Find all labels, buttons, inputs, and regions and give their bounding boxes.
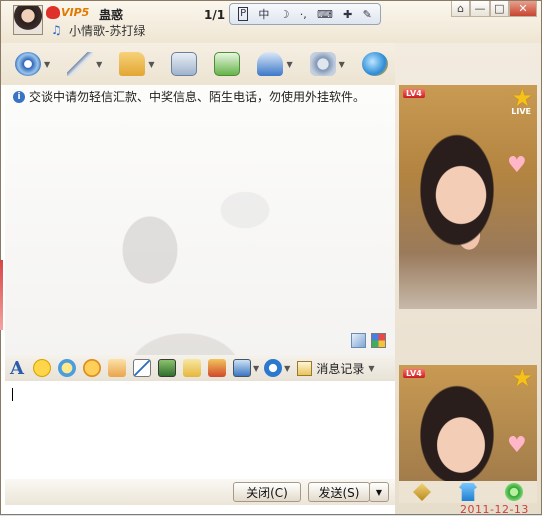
heart-icon: ♥ (507, 153, 527, 178)
contact-sidebar: LV4 ★ LIVE ♥ LV4 ★ ♥ (395, 43, 541, 514)
send-image-icon[interactable] (158, 359, 176, 377)
contact-nickname[interactable]: 蛊惑 (99, 6, 123, 23)
music-note-icon: ♫ (51, 23, 62, 37)
chevron-down-icon[interactable]: ▼ (368, 364, 374, 373)
chevron-down-icon[interactable]: ▼ (148, 60, 154, 69)
screen-capture-icon[interactable] (233, 359, 251, 377)
my-show-photo[interactable]: LV4 ★ ♥ (399, 365, 537, 481)
create-group-button[interactable] (214, 52, 241, 76)
chat-window: VIP5 蛊惑 ♫ 小情歌-苏打绿 1/1 P 中 ☽ ·, ⌨ ✚ ✎ ⌂ —… (0, 0, 542, 515)
globe-icon (361, 52, 388, 76)
live-label: LIVE (511, 107, 531, 116)
chevron-down-icon[interactable]: ▼ (286, 60, 292, 69)
font-icon[interactable]: A (8, 358, 26, 379)
message-log-icon (297, 360, 313, 376)
contact-avatar[interactable] (13, 5, 43, 35)
message-input[interactable] (5, 381, 395, 479)
message-log-label: 消息记录 (316, 361, 365, 376)
remote-assist-button[interactable]: ▼ (257, 52, 293, 76)
chat-background-image (65, 180, 305, 355)
folder-icon (119, 52, 146, 76)
ime-punctuation-icon[interactable]: ·, (300, 8, 307, 21)
ime-keyboard-icon[interactable]: ⌨ (317, 8, 333, 21)
gem-icon[interactable] (413, 483, 431, 501)
emoji-icon[interactable] (83, 359, 101, 377)
voice-chat-button[interactable]: ▼ (67, 52, 102, 76)
chevron-down-icon[interactable]: ▼ (284, 364, 290, 373)
title-bar[interactable]: VIP5 蛊惑 ♫ 小情歌-苏打绿 1/1 P 中 ☽ ·, ⌨ ✚ ✎ ⌂ —… (1, 1, 541, 43)
close-window-button[interactable]: ✕ (508, 1, 537, 17)
show-actions (399, 481, 537, 503)
send-email-button[interactable] (171, 52, 198, 76)
refresh-icon[interactable] (505, 483, 523, 501)
ime-chinese-mode[interactable]: 中 (258, 6, 269, 22)
contact-show-photo[interactable]: LV4 ★ LIVE ♥ (399, 85, 537, 309)
message-history[interactable]: i 交谈中请勿轻信汇款、中奖信息、陌生电话，勿使用外挂软件。 (5, 85, 395, 355)
level-badge: LV4 (403, 369, 425, 378)
qq-penguin-icon (46, 6, 60, 19)
vip-badge[interactable]: VIP5 (61, 6, 89, 19)
security-notice-text: 交谈中请勿轻信汇款、中奖信息、陌生电话，勿使用外挂软件。 (29, 90, 366, 104)
chevron-down-icon[interactable]: ▼ (339, 60, 345, 69)
nudge-window-icon[interactable] (108, 359, 126, 377)
contact-signature-song[interactable]: 小情歌-苏打绿 (69, 22, 145, 39)
ime-settings-icon[interactable]: ✎ (363, 8, 372, 21)
webcam-icon (15, 52, 41, 76)
chevron-down-icon[interactable]: ▼ (253, 364, 259, 373)
app-settings-button[interactable]: ▼ (309, 52, 345, 76)
handwriting-icon[interactable] (133, 359, 151, 377)
music-icon[interactable] (183, 359, 201, 377)
shirt-icon[interactable] (459, 483, 477, 501)
add-group-icon (214, 52, 241, 76)
expand-icon[interactable] (351, 333, 366, 348)
gear-icon (309, 52, 336, 76)
desktop-date: 2011-12-13 (460, 503, 529, 516)
mail-icon (171, 52, 198, 76)
security-notice: i 交谈中请勿轻信汇款、中奖信息、陌生电话，勿使用外挂软件。 (13, 88, 365, 105)
star-icon: ★ (511, 365, 533, 392)
action-bar: 关闭(C) 发送(S) ▼ (5, 479, 395, 505)
message-log-button[interactable]: 消息记录 ▼ (297, 360, 379, 377)
chevron-down-icon[interactable]: ▼ (96, 60, 102, 69)
ime-logo-icon[interactable]: P (238, 7, 249, 21)
skin-button[interactable]: ⌂ (451, 1, 471, 17)
qq-show-icon[interactable] (264, 359, 283, 377)
close-button[interactable]: 关闭(C) (233, 482, 301, 502)
minimize-button[interactable]: — (470, 1, 490, 17)
microphone-icon (67, 52, 94, 76)
ime-halfwidth-icon[interactable]: ☽ (280, 8, 290, 21)
page-indicator: 1/1 (204, 8, 226, 22)
window-controls: ⌂ — □ ✕ (451, 1, 537, 19)
level-badge: LV4 (403, 89, 425, 98)
send-file-button[interactable]: ▼ (119, 52, 154, 76)
app-center-button[interactable] (361, 52, 388, 76)
heart-icon: ♥ (507, 433, 527, 458)
emoticon-icon[interactable] (33, 359, 51, 377)
maximize-button[interactable]: □ (489, 1, 509, 17)
text-caret (12, 388, 13, 401)
gift-icon[interactable] (208, 359, 226, 377)
video-icon (257, 52, 284, 76)
format-toolbar: A ▼ ▼ 消息记录 ▼ (5, 355, 395, 381)
ime-status-bar[interactable]: P 中 ☽ ·, ⌨ ✚ ✎ (229, 3, 381, 25)
chevron-down-icon[interactable]: ▼ (44, 60, 50, 69)
color-palette-icon[interactable] (371, 333, 386, 348)
ime-tools-icon[interactable]: ✚ (343, 8, 352, 21)
send-button[interactable]: 发送(S) (308, 482, 370, 502)
send-options-dropdown[interactable]: ▼ (369, 482, 389, 502)
magic-expression-icon[interactable] (58, 359, 76, 377)
desktop-edge (0, 260, 3, 330)
info-icon: i (13, 90, 25, 103)
video-chat-button[interactable]: ▼ (15, 52, 50, 76)
